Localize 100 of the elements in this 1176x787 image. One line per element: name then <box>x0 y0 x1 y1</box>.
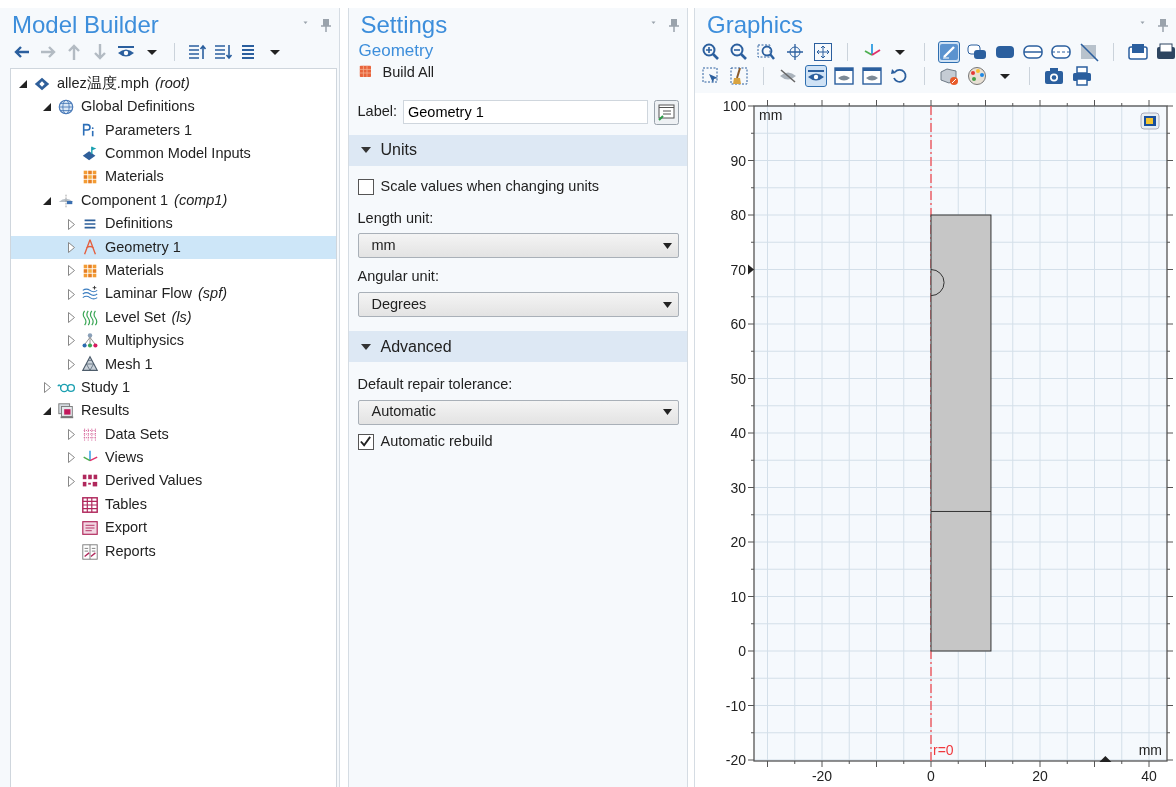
zoom-extents-icon[interactable] <box>813 42 833 62</box>
axis-label: r=0 <box>933 742 954 758</box>
axis-tick-label: 90 <box>730 152 746 169</box>
zoom-box-icon[interactable] <box>757 42 777 62</box>
checkbox-label: Automatic rebuild <box>380 431 493 451</box>
tree-item[interactable]: Mesh 1 <box>11 352 336 377</box>
compass-icon <box>81 238 99 257</box>
panel-title: Graphics <box>707 10 804 40</box>
tree-item-tag: (comp1) <box>174 189 228 212</box>
tree-item-label: Results <box>81 401 130 421</box>
tree-item-label: Study 1 <box>81 377 131 397</box>
collapsed-arrow-icon[interactable] <box>67 475 75 487</box>
caret-icon <box>663 409 672 416</box>
tree-item[interactable]: Common Model Inputs <box>11 142 336 166</box>
checkbox[interactable] <box>357 178 374 195</box>
tree-item[interactable]: Global Definitions <box>11 95 336 119</box>
select-box-icon[interactable] <box>701 66 721 86</box>
tree-item[interactable]: Data Sets <box>11 422 336 447</box>
dashed-rect-icon[interactable] <box>1051 42 1071 62</box>
expanded-arrow-icon[interactable] <box>43 196 51 205</box>
list-up-icon[interactable] <box>187 42 207 62</box>
tree-item[interactable]: Study 1 <box>11 376 336 400</box>
broom-icon[interactable] <box>729 66 749 86</box>
list-down-icon[interactable] <box>213 42 233 62</box>
axis-tick-label: 30 <box>730 479 746 496</box>
globe-icon <box>57 98 75 117</box>
build-all-button[interactable]: Build All <box>348 62 687 84</box>
tree-item[interactable]: Level Set (ls) <box>11 305 336 330</box>
slash-square-icon[interactable] <box>1079 42 1099 62</box>
selected-tree-item[interactable]: Geometry 1 <box>11 235 336 260</box>
axis-tick-label: 10 <box>730 588 746 605</box>
tree-item-label: Derived Values <box>105 471 203 491</box>
pencil-icon[interactable] <box>939 42 959 62</box>
camera-icon[interactable] <box>1044 66 1064 86</box>
axis-tick-label: 80 <box>730 207 746 223</box>
tree-item[interactable]: Reports <box>11 539 336 564</box>
tree-item[interactable]: Component 1 (comp1) <box>11 188 336 213</box>
view-icon[interactable] <box>1140 112 1160 130</box>
dropdown[interactable]: Degrees <box>357 292 679 317</box>
window-icon[interactable] <box>1128 42 1148 62</box>
collapsed-arrow-icon[interactable] <box>67 429 75 441</box>
tree-item-label: Global Definitions <box>81 97 195 117</box>
collapsed-arrow-icon[interactable] <box>67 312 75 324</box>
expanded-arrow-icon[interactable] <box>43 407 51 416</box>
node-tree-icon <box>81 332 99 350</box>
tree-item-label: allez温度.mph <box>57 73 150 93</box>
checkbox-label: Scale values when changing units <box>380 176 599 196</box>
layers-icon[interactable] <box>967 42 987 62</box>
tree-item[interactable]: Tables <box>11 493 336 517</box>
axis-tick-label: 0 <box>927 768 935 781</box>
split-rect-icon[interactable] <box>1023 42 1043 62</box>
unit-label: mm <box>759 107 783 123</box>
axis-tick-label: 40 <box>1141 768 1157 781</box>
tree-item[interactable]: Multiphysics <box>11 329 336 353</box>
printer-icon[interactable] <box>1072 66 1092 86</box>
collapsed-arrow-icon[interactable] <box>67 288 75 300</box>
tree-item[interactable]: Materials <box>11 165 336 189</box>
comment-icon[interactable] <box>654 99 679 125</box>
collapsed-arrow-icon[interactable] <box>67 358 75 370</box>
tree-item[interactable]: Parameters 1 <box>11 118 336 143</box>
label-field[interactable]: Geometry 1 <box>403 100 648 125</box>
tree-item[interactable]: allez温度.mph (root) <box>11 72 336 96</box>
cube-icon[interactable] <box>939 66 959 86</box>
model-input-icon <box>81 144 99 163</box>
collapsed-arrow-icon[interactable] <box>67 452 75 464</box>
tree-item[interactable]: Views <box>11 446 336 470</box>
dark-window-icon[interactable] <box>1156 42 1176 62</box>
tree-item-label: Mesh 1 <box>105 354 153 374</box>
collapsed-arrow-icon[interactable] <box>43 382 51 394</box>
collapsed-arrow-icon[interactable] <box>67 265 75 277</box>
section-header[interactable]: Units <box>348 134 687 166</box>
tree-item[interactable]: Export <box>11 516 336 540</box>
zoom-out-icon[interactable] <box>729 42 749 62</box>
tree-item[interactable]: Definitions <box>11 212 336 236</box>
hidden-eye-icon[interactable] <box>778 66 798 86</box>
panel-title: Model Builder <box>12 10 159 40</box>
tree-item[interactable]: Materials <box>11 259 336 283</box>
checkbox[interactable] <box>357 433 374 450</box>
tree-item-label: Tables <box>105 494 147 514</box>
eye-icon[interactable] <box>806 66 826 86</box>
pan-icon[interactable] <box>785 42 805 62</box>
collapsed-arrow-icon[interactable] <box>67 241 75 253</box>
expanded-arrow-icon[interactable] <box>43 103 51 112</box>
eye-box-icon[interactable] <box>862 66 882 86</box>
zoom-in-icon[interactable] <box>701 42 721 62</box>
field-label: Angular unit: <box>357 267 440 287</box>
section-header[interactable]: Advanced <box>348 331 687 362</box>
dropdown[interactable]: Automatic <box>357 399 679 425</box>
collapsed-arrow-icon[interactable] <box>67 335 75 347</box>
axis-tick-label: -10 <box>725 697 746 714</box>
eye-box-icon[interactable] <box>834 66 854 86</box>
tree-item[interactable]: Laminar Flow (spf) <box>11 282 336 306</box>
palette-icon[interactable] <box>967 66 987 86</box>
collapsed-arrow-icon[interactable] <box>67 218 75 230</box>
expanded-arrow-icon[interactable] <box>19 79 27 88</box>
tree-item[interactable]: Results <box>11 399 336 423</box>
tree-item[interactable]: Derived Values <box>11 469 336 494</box>
tree-item-label: Parameters 1 <box>105 120 193 140</box>
axis-tick-label: 70 <box>730 261 746 278</box>
dropdown[interactable]: mm <box>357 233 679 259</box>
